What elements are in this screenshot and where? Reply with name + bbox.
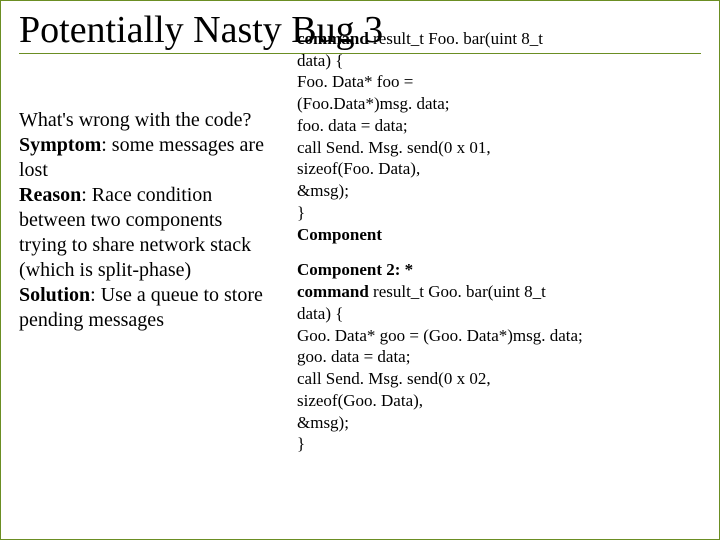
code-keyword: command xyxy=(297,282,369,301)
slide: Potentially Nasty Bug 3 What's wrong wit… xyxy=(0,0,720,540)
code-line: Component 2: * xyxy=(297,259,701,281)
intro-line: What's wrong with the code? xyxy=(19,109,251,131)
code-line: sizeof(Foo. Data), xyxy=(297,158,701,180)
code-line: &msg); xyxy=(297,412,701,434)
code-line: Foo. Data* foo = xyxy=(297,71,701,93)
code-block-1: command result_t Foo. bar(uint 8_t data)… xyxy=(297,28,701,246)
code-line: } xyxy=(297,202,701,224)
code-line: (Foo.Data*)msg. data; xyxy=(297,93,701,115)
code-text: result_t Goo. bar(uint 8_t xyxy=(369,282,546,301)
symptom-label: Symptom xyxy=(19,134,101,156)
code-line: call Send. Msg. send(0 x 02, xyxy=(297,368,701,390)
code-line: Component xyxy=(297,224,701,246)
code-line: &msg); xyxy=(297,180,701,202)
intro-text: What's wrong with the code? Symptom: som… xyxy=(19,108,269,333)
code-line: } xyxy=(297,433,701,455)
columns: What's wrong with the code? Symptom: som… xyxy=(19,60,701,469)
code-line: goo. data = data; xyxy=(297,346,701,368)
right-column: command result_t Foo. bar(uint 8_t data)… xyxy=(297,28,701,469)
code-line: command result_t Goo. bar(uint 8_t xyxy=(297,281,701,303)
code-line: data) { xyxy=(297,303,701,325)
code-line: sizeof(Goo. Data), xyxy=(297,390,701,412)
reason-label: Reason xyxy=(19,184,81,206)
code-line: call Send. Msg. send(0 x 01, xyxy=(297,137,701,159)
code-text: result_t Foo. bar(uint 8_t xyxy=(369,29,543,48)
code-line: Goo. Data* goo = (Goo. Data*)msg. data; xyxy=(297,325,701,347)
code-block-2: Component 2: * command result_t Goo. bar… xyxy=(297,259,701,455)
code-line: data) { xyxy=(297,50,701,72)
code-line: command result_t Foo. bar(uint 8_t xyxy=(297,28,701,50)
left-column: What's wrong with the code? Symptom: som… xyxy=(19,60,269,469)
code-line: foo. data = data; xyxy=(297,115,701,137)
solution-label: Solution xyxy=(19,284,90,306)
code-keyword: command xyxy=(297,29,369,48)
